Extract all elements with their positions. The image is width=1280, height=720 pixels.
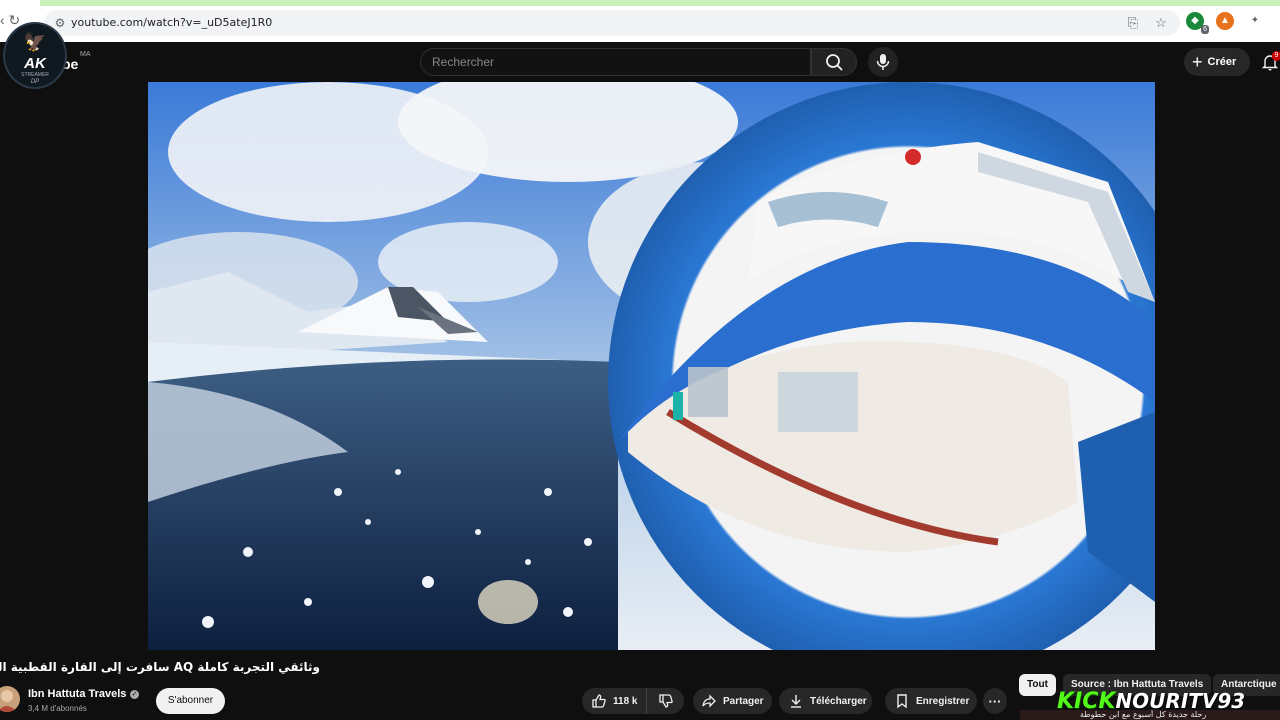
address-bar[interactable]: ⚙ youtube.com/watch?v=_uD5ateJ1R0 ⎘ ☆ bbox=[44, 10, 1180, 36]
extension-icon-orange[interactable]: ▲ bbox=[1216, 12, 1234, 30]
extension-badge: 6 bbox=[1201, 25, 1209, 34]
video-player[interactable] bbox=[148, 82, 1155, 650]
download-label: Télécharger bbox=[810, 695, 867, 707]
chip-all[interactable]: Tout bbox=[1019, 674, 1056, 696]
bookmark-icon bbox=[897, 694, 907, 709]
dislike-button[interactable] bbox=[646, 688, 684, 714]
share-label: Partager bbox=[723, 695, 764, 707]
browser-toolbar: ‹ ↻ ⚙ youtube.com/watch?v=_uD5ateJ1R0 ⎘ … bbox=[0, 0, 1280, 42]
thumbs-up-icon bbox=[592, 694, 606, 708]
subscribe-button[interactable]: S'abonner bbox=[156, 688, 225, 714]
create-label: Créer bbox=[1207, 56, 1237, 68]
more-actions-button[interactable]: ··· bbox=[983, 688, 1007, 714]
notification-badge: 9 bbox=[1272, 51, 1280, 61]
bookmark-star-icon[interactable]: ☆ bbox=[1152, 14, 1170, 32]
share-arrow-icon bbox=[702, 694, 716, 708]
download-button[interactable]: Télécharger bbox=[779, 688, 872, 714]
search-icon bbox=[826, 54, 843, 71]
video-title: وثائقي التجربة كاملة AQ سافرت إلى القارة… bbox=[0, 660, 320, 674]
logo-text: AK bbox=[24, 55, 46, 72]
download-icon bbox=[791, 695, 801, 708]
search-input[interactable] bbox=[421, 49, 810, 75]
tab-strip-accent bbox=[40, 0, 1280, 6]
url-text[interactable]: youtube.com/watch?v=_uD5ateJ1R0 bbox=[71, 16, 272, 29]
eagle-icon: 🦅 bbox=[23, 32, 47, 52]
search-button[interactable] bbox=[811, 48, 857, 76]
save-label: Enregistrer bbox=[916, 695, 970, 707]
logo-subtitle-2: DP bbox=[30, 79, 40, 85]
install-app-icon[interactable]: ⎘ bbox=[1124, 14, 1142, 32]
channel-avatar[interactable] bbox=[0, 686, 20, 712]
verified-check-icon: ✓ bbox=[130, 690, 139, 699]
like-count: 118 k bbox=[613, 695, 638, 707]
extensions-puzzle-icon[interactable]: ✦ bbox=[1246, 12, 1264, 30]
channel-name[interactable]: Ibn Hattuta Travels bbox=[28, 688, 126, 700]
streamer-logo: 🦅 AK STREAMER DP bbox=[3, 22, 67, 89]
plus-icon: + bbox=[1192, 52, 1203, 72]
subscriber-count: 3,4 M d'abonnés bbox=[28, 704, 87, 713]
extension-icon[interactable]: ◆ 6 bbox=[1186, 12, 1209, 34]
avatar-image bbox=[0, 690, 17, 712]
save-button[interactable]: Enregistrer bbox=[885, 688, 977, 714]
create-button[interactable]: + Créer bbox=[1184, 48, 1250, 76]
share-button[interactable]: Partager bbox=[693, 688, 772, 714]
voice-search-button[interactable] bbox=[868, 47, 898, 77]
kick-brand: KICK bbox=[1057, 689, 1116, 714]
like-button[interactable]: 118 k bbox=[582, 688, 646, 714]
thumbs-down-icon bbox=[658, 694, 673, 708]
video-frame bbox=[148, 82, 1155, 650]
kick-username: NOURITV93 bbox=[1115, 689, 1246, 713]
microphone-icon bbox=[876, 54, 890, 70]
logo-subtitle: STREAMER bbox=[21, 72, 49, 78]
search-box[interactable] bbox=[420, 48, 811, 76]
kick-watermark: KICKNOURITV93 bbox=[1057, 689, 1280, 714]
youtube-header: be MA + Créer 9 bbox=[0, 42, 1280, 82]
country-code: MA bbox=[80, 51, 91, 58]
